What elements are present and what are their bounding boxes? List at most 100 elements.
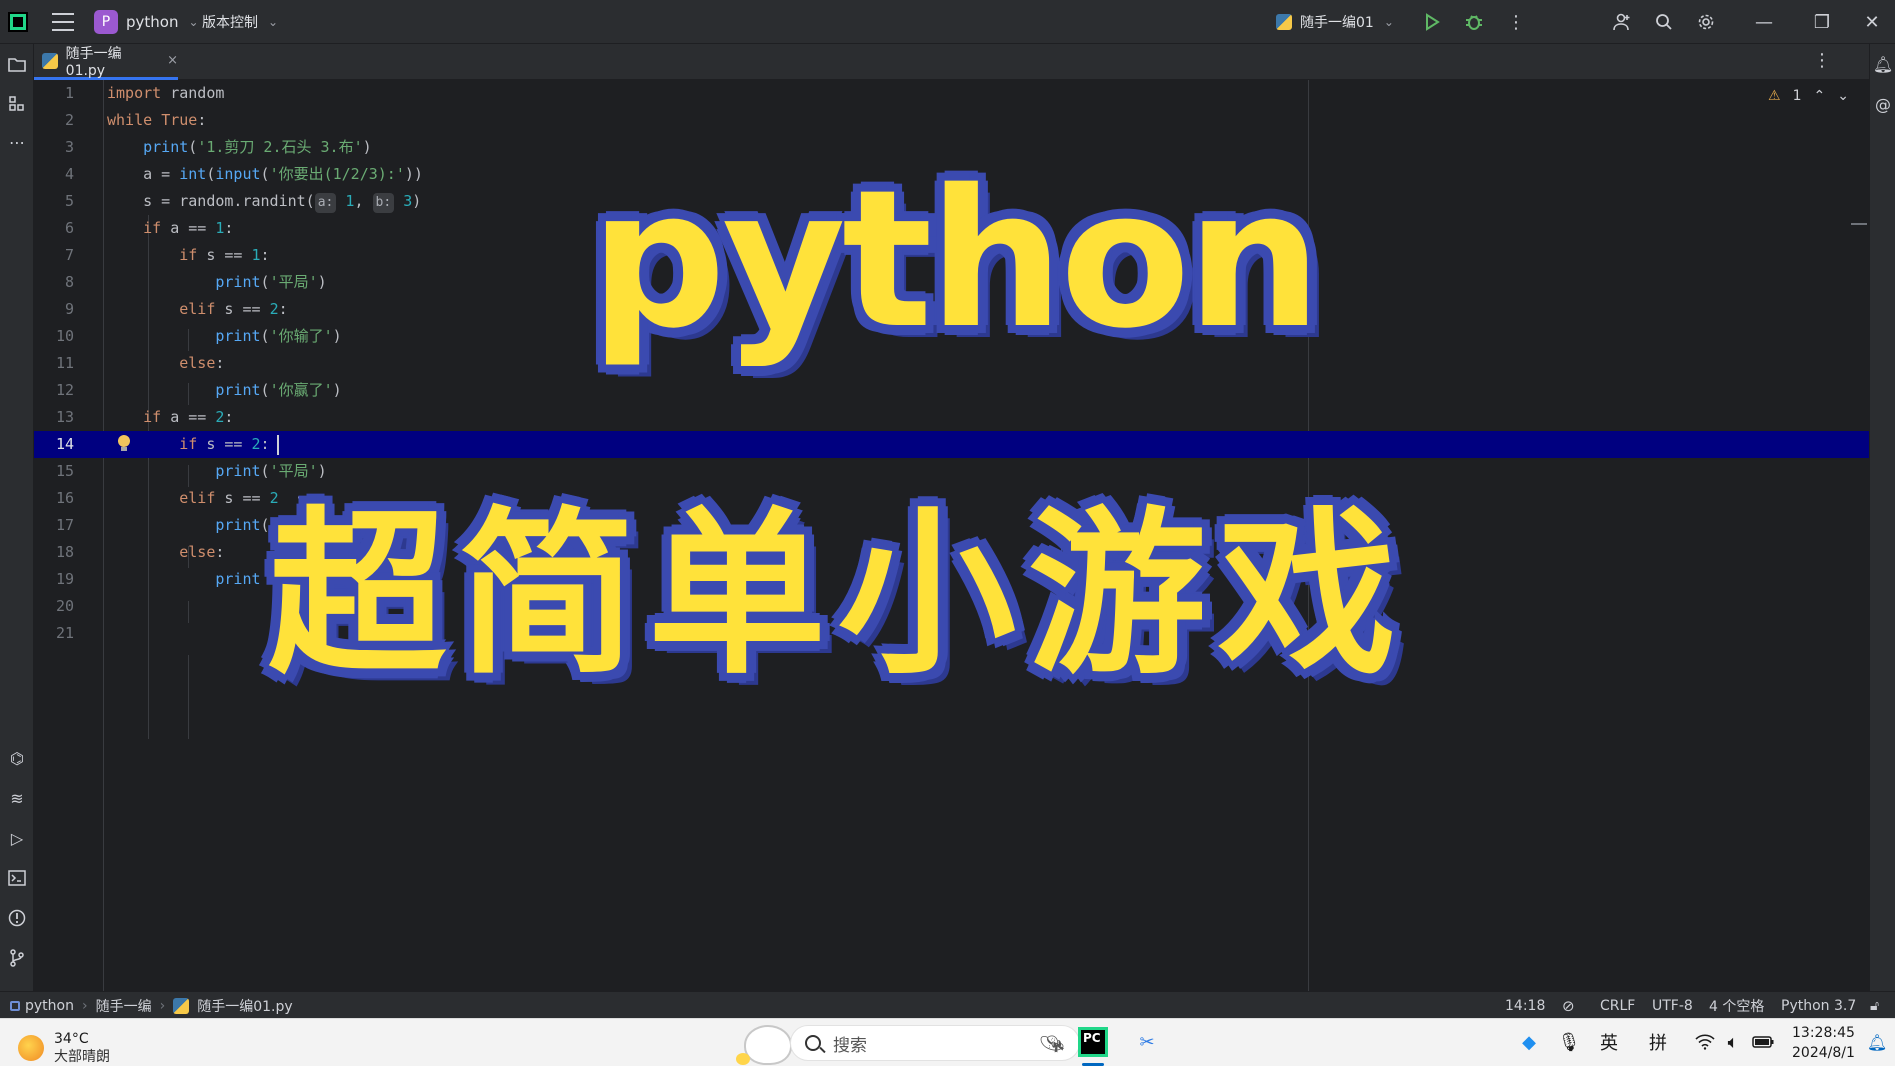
weather-widget[interactable]: 34°C 大部晴朗 (18, 1030, 110, 1066)
tab-close-icon[interactable]: × (167, 53, 178, 68)
breadcrumb-separator-icon: › (159, 997, 166, 1014)
weather-sun-icon (18, 1035, 44, 1061)
caret-position[interactable]: 14:18 (1505, 992, 1545, 1019)
more-tools-button[interactable]: ⋯ (5, 130, 29, 154)
close-icon: ✕ (1864, 11, 1880, 33)
line-number: 15 (55, 462, 74, 480)
taskbar-search[interactable]: 搜索 👒︎ (790, 1025, 1080, 1061)
line-number: 12 (55, 381, 74, 399)
code-line: 18 else: (34, 539, 1869, 566)
python-console-button[interactable]: ⌬ (5, 746, 29, 770)
problems-button[interactable] (5, 906, 29, 930)
main-menu-icon[interactable] (52, 13, 74, 31)
ime-mode-indicator[interactable]: 拼 (1647, 1031, 1669, 1054)
status-bar: python › 随手一编 › 随手一编01.py 14:18 ⊘ CRLF U… (0, 991, 1895, 1018)
code-line: 1 import random (34, 80, 1869, 107)
git-button[interactable] (5, 946, 29, 970)
add-user-icon (1613, 13, 1630, 31)
pycharm-taskbar-icon[interactable]: PC (1078, 1027, 1108, 1057)
more-horizontal-icon: ⋯ (9, 132, 25, 152)
terminal-button[interactable] (5, 866, 29, 890)
line-number: 20 (55, 597, 74, 615)
code-text: import random (107, 84, 225, 102)
ai-assistant-button[interactable]: @ (1871, 92, 1895, 116)
debug-button[interactable] (1462, 10, 1486, 34)
breadcrumb-item[interactable]: 随手一编 (96, 996, 152, 1016)
code-text: print('平局') (215, 462, 327, 480)
search-placeholder: 搜索 (833, 1035, 867, 1056)
restore-button[interactable]: ❐ (1810, 10, 1834, 34)
breadcrumb-separator-icon: › (81, 997, 88, 1014)
python-file-icon (42, 52, 58, 69)
spiral-icon: @ (1875, 94, 1891, 114)
code-line: 21 (34, 620, 1869, 647)
line-number: 19 (55, 570, 74, 588)
code-text: if s == 1: (179, 246, 270, 264)
encoding-selector[interactable]: UTF-8 (1652, 992, 1693, 1019)
gear-icon (1698, 14, 1714, 30)
notifications-button[interactable]: 🔔︎ (1871, 52, 1895, 76)
weather-temp: 34°C (54, 1031, 89, 1047)
vcs-menu[interactable]: 版本控制 ⌄ (202, 0, 278, 44)
bell-icon: 🔔︎ (1872, 54, 1894, 74)
snipping-tool-icon[interactable]: ✂ (1136, 1031, 1158, 1053)
search-everywhere-button[interactable] (1652, 10, 1676, 34)
run-config-name: 随手一编01 (1300, 15, 1374, 31)
clock[interactable]: 13:28:45 2024/8/1 (1792, 1023, 1855, 1063)
ime-language-indicator[interactable]: 英 (1598, 1031, 1620, 1054)
project-selector[interactable]: P python ⌄ (94, 0, 199, 44)
add-user-button[interactable] (1610, 10, 1634, 34)
chevron-down-icon: ⌄ (188, 15, 199, 29)
no-ai-icon[interactable]: ⊘ (1562, 992, 1575, 1019)
code-text: while True: (107, 111, 207, 129)
layers-icon: ≋ (10, 788, 24, 808)
battery-icon[interactable] (1752, 1031, 1774, 1053)
run-button[interactable] (1420, 10, 1444, 34)
breadcrumb-item[interactable]: python (25, 998, 74, 1014)
line-number: 8 (64, 273, 74, 291)
play-icon (1426, 13, 1440, 31)
wifi-icon[interactable] (1694, 1031, 1716, 1053)
indent-guide (188, 655, 189, 739)
more-actions-button[interactable]: ⋮ (1504, 10, 1528, 34)
tab-options-button[interactable]: ⋮ (1813, 50, 1831, 71)
minimize-button[interactable]: — (1752, 10, 1776, 34)
code-line: 19 print (34, 566, 1869, 593)
text-caret (277, 435, 279, 455)
volume-icon[interactable]: 🔈︎ (1722, 1031, 1744, 1053)
code-text: if a == 2: (143, 408, 234, 426)
close-window-button[interactable]: ✕ (1860, 10, 1884, 34)
line-ending-selector[interactable]: CRLF (1600, 992, 1635, 1019)
code-line: 6 if a == 1: (34, 215, 1869, 242)
line-number: 4 (64, 165, 74, 183)
pycharm-logo-icon (8, 12, 28, 32)
microphone-icon[interactable]: 🎙︎ (1558, 1031, 1581, 1053)
code-text: else: (179, 354, 225, 372)
search-icon (805, 1035, 821, 1051)
settings-button[interactable] (1694, 10, 1718, 34)
line-number: 2 (64, 111, 74, 129)
line-number: 14 (55, 435, 74, 453)
notification-bell-icon[interactable]: 🔔︎ (1866, 1031, 1888, 1053)
code-text: print (215, 570, 261, 588)
more-vertical-icon: ⋮ (1813, 50, 1831, 71)
editor-tab-active[interactable]: 随手一编01.py × (34, 44, 178, 80)
services-button[interactable]: ▷ (5, 826, 29, 850)
lock-icon[interactable]: 🔓︎ (1870, 992, 1879, 1019)
breadcrumb-item[interactable]: 随手一编01.py (197, 996, 292, 1016)
interpreter-selector[interactable]: Python 3.7 (1781, 992, 1856, 1019)
code-line: 17 print( (34, 512, 1869, 539)
code-line: 3 print('1.剪刀 2.石头 3.布') (34, 134, 1869, 161)
project-tool-button[interactable] (5, 52, 29, 76)
code-editor[interactable]: ⚠ 1 ⌃ ⌄ 1 import random 2 while True: 3 … (34, 80, 1869, 991)
minimize-icon: — (1755, 11, 1773, 33)
python-packages-button[interactable]: ≋ (5, 786, 29, 810)
indent-selector[interactable]: 4 个空格 (1709, 992, 1764, 1019)
clock-time: 13:28:45 (1792, 1025, 1855, 1041)
code-text: s = random.randint(a: 1, b: 3) (107, 188, 421, 215)
code-text: print('你输了') (215, 327, 342, 345)
structure-tool-button[interactable] (5, 92, 29, 116)
run-config-selector[interactable]: 随手一编01 ⌄ (1276, 0, 1394, 44)
tray-app-icon[interactable]: ◆ (1518, 1031, 1540, 1053)
git-branch-icon (10, 949, 24, 967)
